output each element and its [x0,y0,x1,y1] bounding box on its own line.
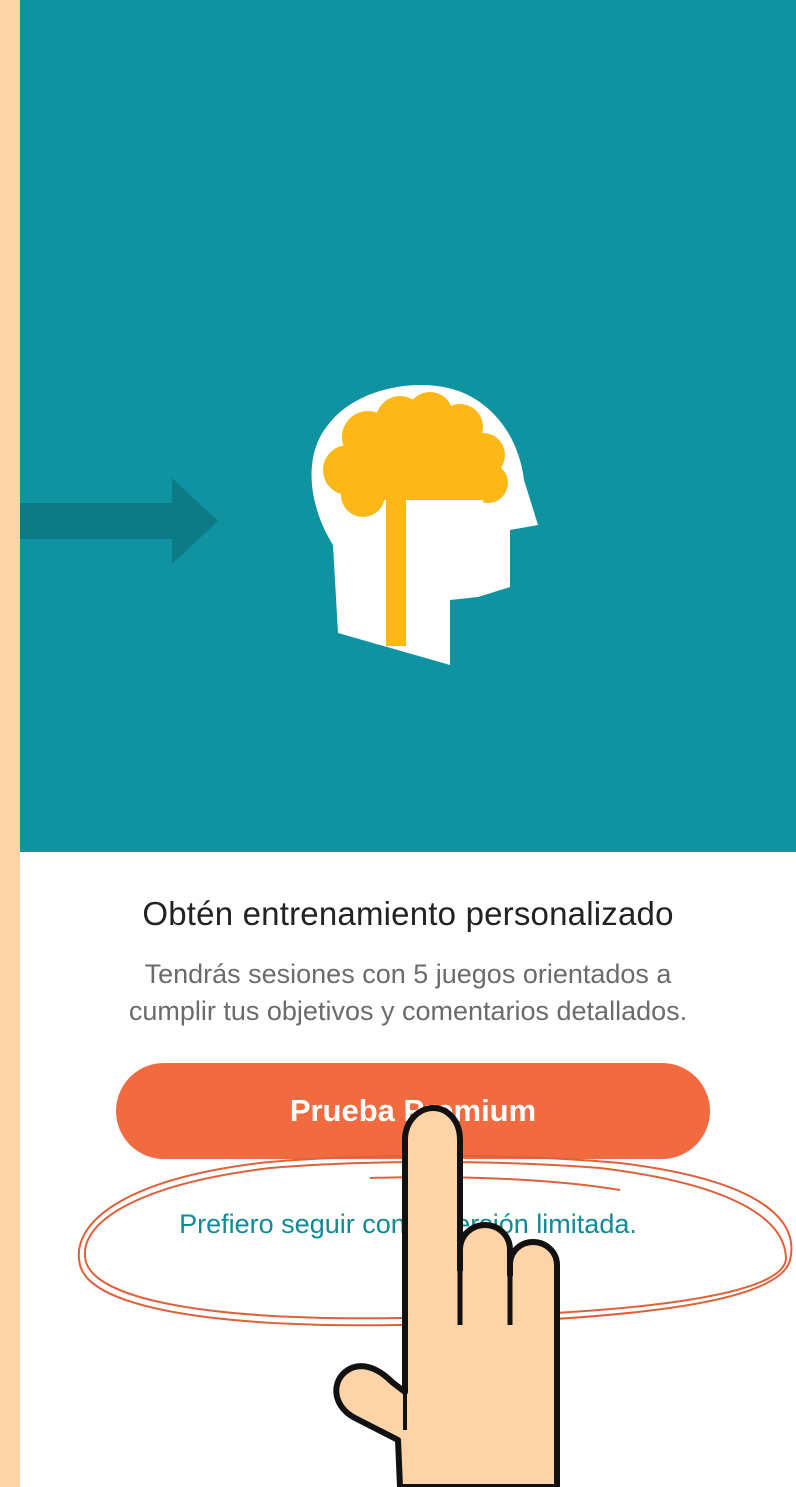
hero-banner [20,0,796,852]
page-title: Obtén entrenamiento personalizado [142,895,674,932]
pointing-hand-icon [333,1105,560,1487]
description-line: Tendrás sesiones con 5 juegos orientados… [144,959,672,989]
head-brain-tree-logo [311,385,538,665]
description-text: Tendrás sesiones con 5 juegos orientados… [60,956,756,1030]
annotation-frame: Obtén entrenamiento personalizado Tendrá… [0,0,796,1487]
description-line: cumplir tus objetivos y comentarios deta… [128,996,688,1026]
